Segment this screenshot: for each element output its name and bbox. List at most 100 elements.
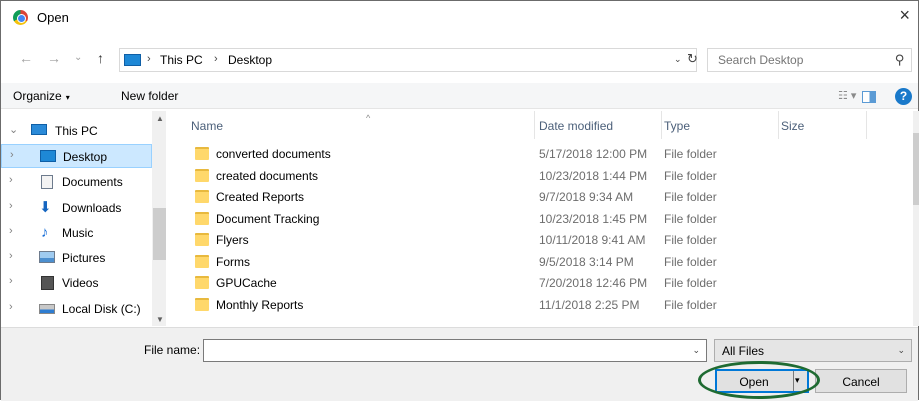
nav-scrollbar-thumb[interactable] [153,208,166,260]
close-icon[interactable]: × [899,6,910,24]
local-disk-icon [39,304,55,314]
nav-item-label: Pictures [62,251,106,265]
column-header-type[interactable]: Type [664,111,779,139]
file-name-cell: Forms [216,254,250,269]
file-name-cell: Monthly Reports [216,297,304,312]
file-list-scrollbar-thumb[interactable] [913,133,919,205]
chevron-right-icon[interactable]: › [9,200,13,212]
chevron-right-icon[interactable]: › [9,301,13,313]
table-row[interactable]: Document Tracking 10/23/2018 1:45 PM File … [167,208,913,230]
nav-item-desktop[interactable]: › Desktop [1,144,152,168]
date-modified-cell: 5/17/2018 12:00 PM [539,147,648,161]
table-row[interactable]: created documents 10/23/2018 1:44 PM File … [167,165,913,187]
computer-icon [31,124,47,135]
type-cell: File folder [664,190,717,204]
table-row[interactable]: Forms 9/5/2018 3:14 PM File folder [167,251,913,273]
help-icon[interactable]: ? [895,88,912,105]
date-modified-cell: 9/5/2018 3:14 PM [539,254,634,269]
nav-item-documents[interactable]: › Documents [1,170,152,194]
search-icon[interactable]: ⚲ [895,52,905,68]
file-name-cell: Document Tracking [216,211,320,226]
date-modified-cell: 10/23/2018 1:45 PM [539,211,648,226]
nav-item-label: Downloads [62,201,122,215]
preview-pane-icon[interactable] [862,91,876,103]
change-view-icon[interactable]: ☷ ▾ [838,89,856,102]
column-header-name[interactable]: Name [191,111,535,139]
nav-item-music[interactable]: › ♪ Music [1,221,152,245]
up-arrow-icon[interactable]: ↑ [97,50,104,66]
nav-item-label: Desktop [63,150,108,164]
breadcrumb[interactable]: › This PC › Desktop [119,48,697,72]
nav-item-pictures[interactable]: › Pictures [1,246,152,270]
date-modified-cell: 10/11/2018 9:41 AM [539,233,646,247]
recent-locations-chevron-icon[interactable]: ⌄ [74,52,82,63]
table-row[interactable]: Flyers 10/11/2018 9:41 AM File folder [167,229,913,251]
organize-button[interactable]: Organize ▾ [13,89,70,103]
file-name-input[interactable] [204,340,684,361]
open-button[interactable]: Open [717,375,791,389]
nav-item-label: This PC [55,124,98,138]
date-modified-cell: 10/23/2018 1:44 PM [539,168,648,183]
address-row: ← → ⌄ ↑ › This PC › Desktop ⌄ ↻ ⚲ [1,48,918,72]
chevron-right-icon[interactable]: › [9,275,13,287]
open-split-button: Open ▾ [715,369,809,393]
date-modified-cell: 11/1/2018 2:25 PM [539,297,640,312]
chevron-right-icon[interactable]: › [10,149,14,161]
address-dropdown-icon[interactable]: ⌄ [674,54,682,65]
desktop-icon [40,150,56,162]
type-cell: File folder [664,147,717,161]
type-cell: File folder [664,276,717,290]
chevron-right-icon[interactable]: › [9,225,13,237]
file-type-select[interactable]: All Files ⌄ [714,339,912,362]
nav-item-local-disk[interactable]: › Local Disk (C:) [1,297,152,321]
nav-item-this-pc[interactable]: ⌄ This PC [1,119,152,143]
breadcrumb-separator-icon[interactable]: › [147,53,151,65]
search-input[interactable] [708,49,888,71]
file-name-label: File name: [144,343,201,357]
nav-item-label: Local Disk (C:) [62,302,141,316]
nav-item-videos[interactable]: › Videos [1,271,152,295]
chevron-right-icon[interactable]: › [9,250,13,262]
computer-icon [124,54,141,66]
breadcrumb-separator-icon[interactable]: › [214,53,218,65]
forward-arrow-icon[interactable]: → [47,50,61,66]
open-file-dialog: Open × ← → ⌄ ↑ › This PC › Desktop ⌄ ↻ ⚲… [0,0,919,401]
folder-icon [195,211,209,225]
type-cell: File folder [664,233,717,247]
nav-item-label: Documents [62,175,123,189]
table-row[interactable]: Created Reports 9/7/2018 9:34 AM File fold… [167,186,913,208]
refresh-icon[interactable]: ↻ [687,51,698,67]
back-arrow-icon[interactable]: ← [19,50,33,66]
chevron-down-icon[interactable]: ⌄ [9,123,18,136]
new-folder-button[interactable]: New folder [121,89,178,103]
nav-item-downloads[interactable]: › ⬇ Downloads [1,196,152,220]
navigation-pane: ⌄ This PC › Desktop › Documents › ⬇ Down… [1,111,166,326]
search-box: ⚲ [707,48,912,72]
file-name-cell: Created Reports [216,190,305,204]
column-header-size[interactable]: Size [781,111,867,139]
scroll-up-icon[interactable]: ▲ [156,114,164,123]
split-divider [793,371,794,391]
type-cell: File folder [664,297,717,312]
file-name-cell: converted documents [216,147,331,161]
chevron-down-icon[interactable]: ⌄ [692,345,700,356]
chevron-right-icon[interactable]: › [9,174,13,186]
cancel-button[interactable]: Cancel [815,369,907,393]
column-header-date-modified[interactable]: Date modified [539,111,662,139]
nav-item-label: Music [62,226,94,240]
pictures-icon [39,251,55,263]
table-row[interactable]: Monthly Reports 11/1/2018 2:25 PM File fol… [167,294,913,316]
file-name-combobox: ⌄ [203,339,707,362]
scroll-down-icon[interactable]: ▼ [156,315,164,324]
table-row[interactable]: converted documents 5/17/2018 12:00 PM Fil… [167,143,913,165]
downloads-icon: ⬇ [39,199,52,216]
table-row[interactable]: GPUCache 7/20/2018 12:46 PM File folder [167,272,913,294]
file-name-cell: GPUCache [216,276,277,290]
open-options-dropdown-icon[interactable]: ▾ [795,375,800,386]
folder-icon [195,297,209,311]
breadcrumb-this-pc[interactable]: This PC [160,53,203,67]
breadcrumb-desktop[interactable]: Desktop [228,53,272,67]
type-cell: File folder [664,168,717,183]
file-name-cell: Flyers [216,233,249,247]
folder-icon [195,276,209,289]
